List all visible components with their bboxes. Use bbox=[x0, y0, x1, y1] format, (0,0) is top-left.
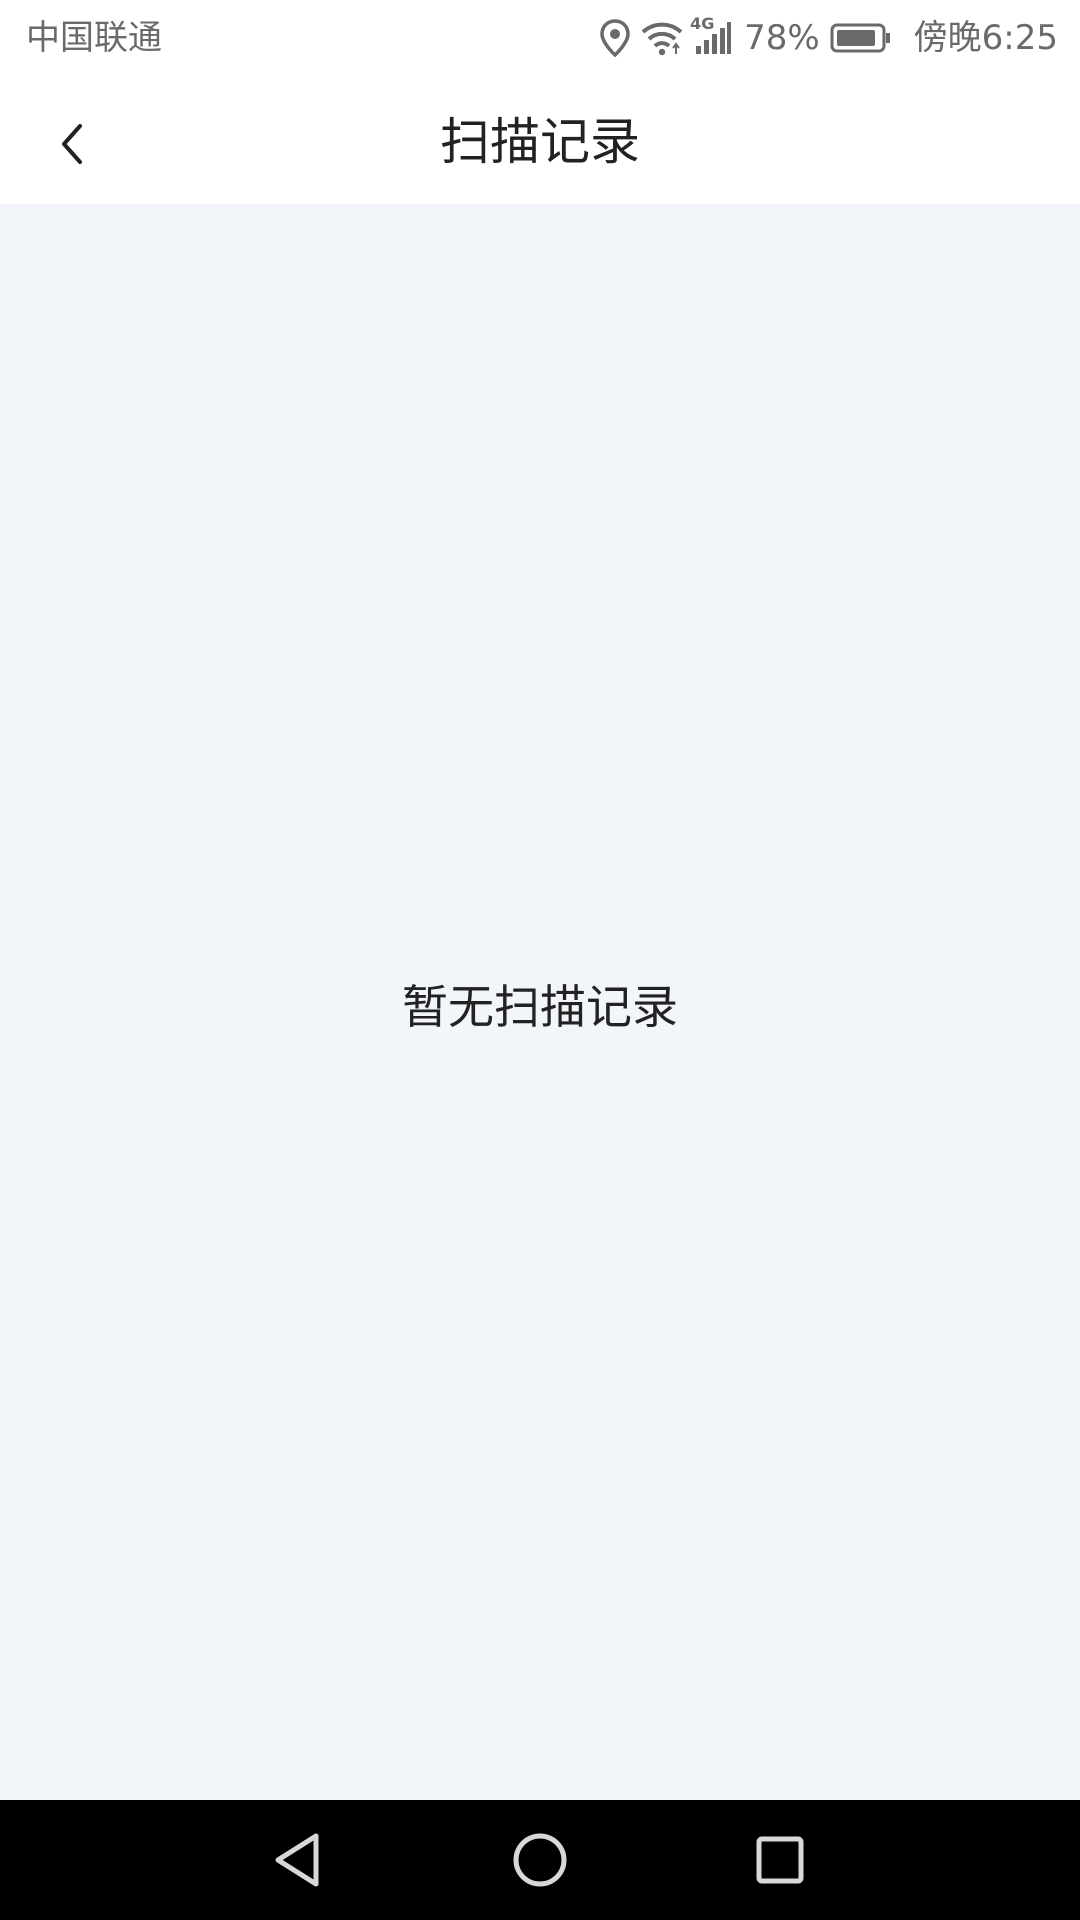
back-triangle-icon bbox=[275, 1833, 319, 1887]
battery-percent: 78% bbox=[744, 18, 820, 58]
wifi-icon bbox=[640, 20, 684, 56]
signal-icon: 4G bbox=[690, 16, 732, 56]
battery-icon bbox=[830, 23, 892, 53]
empty-state-message: 暂无扫描记录 bbox=[402, 980, 678, 1034]
page-title: 扫描记录 bbox=[440, 113, 640, 171]
status-icons: 4G 78% 傍晚6:25 bbox=[600, 10, 1058, 66]
system-navigation-bar bbox=[0, 1800, 1080, 1920]
nav-back-button[interactable] bbox=[264, 1824, 336, 1896]
network-type-label: 4G bbox=[690, 14, 715, 33]
status-bar: 中国联通 4G 78% 傍晚6:25 bbox=[0, 0, 1080, 76]
carrier-name: 中国联通 bbox=[26, 18, 162, 58]
location-icon bbox=[600, 19, 630, 57]
nav-home-button[interactable] bbox=[504, 1824, 576, 1896]
home-circle-icon bbox=[513, 1833, 567, 1887]
status-time: 傍晚6:25 bbox=[913, 18, 1058, 58]
nav-recents-button[interactable] bbox=[744, 1824, 816, 1896]
app-header: 扫描记录 bbox=[0, 76, 1080, 204]
scan-history-list: 暂无扫描记录 bbox=[0, 204, 1080, 1800]
recents-square-icon bbox=[756, 1836, 804, 1884]
